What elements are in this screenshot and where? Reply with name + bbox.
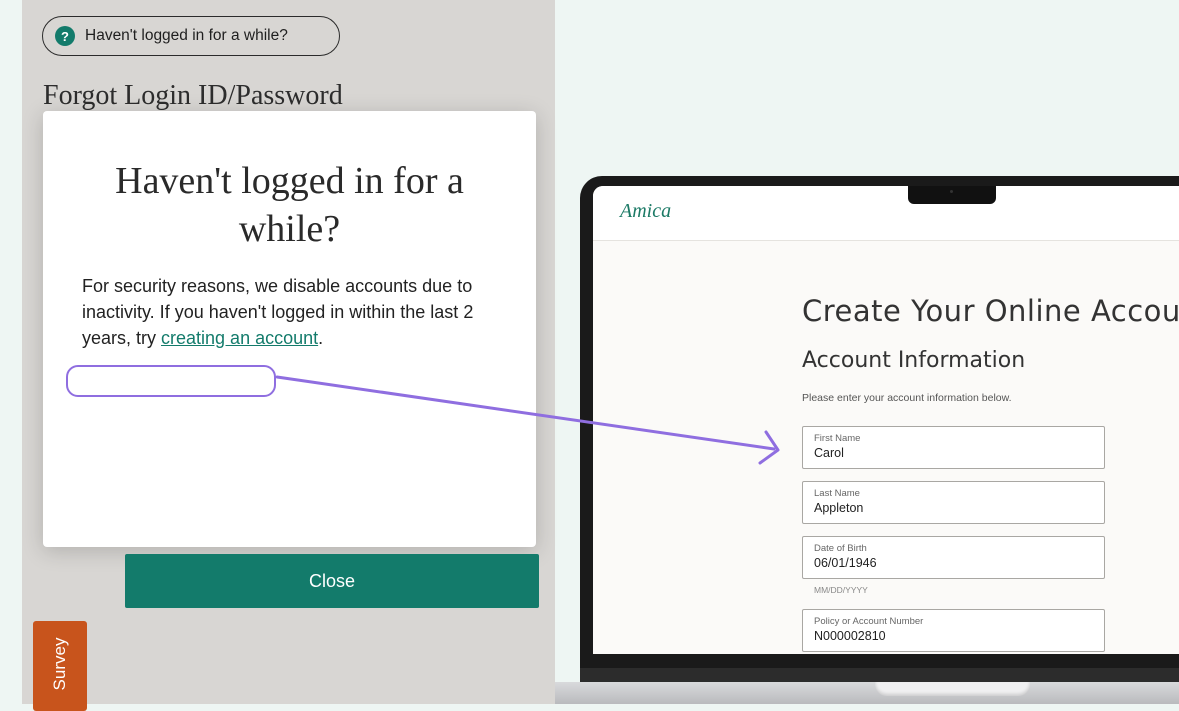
date-of-birth-label: Date of Birth (814, 543, 867, 554)
last-name-field[interactable]: Last Name Appleton (802, 481, 1105, 524)
modal-body: For security reasons, we disable account… (82, 273, 502, 351)
havent-logged-in-pill[interactable]: ? Haven't logged in for a while? (42, 16, 340, 56)
first-name-field[interactable]: First Name Carol (802, 426, 1105, 469)
laptop-screen: Amica Create Your Online Accou Account I… (593, 186, 1179, 654)
close-button[interactable]: Close (125, 554, 539, 608)
camera-notch (908, 186, 996, 204)
date-format-hint: MM/DD/YYYY (814, 585, 868, 595)
last-name-label: Last Name (814, 488, 860, 499)
creating-account-link[interactable]: creating an account (161, 328, 318, 348)
amica-logo[interactable]: Amica (620, 200, 671, 223)
question-circle-icon: ? (55, 26, 75, 46)
camera-dot-icon (950, 190, 953, 193)
laptop-base (555, 682, 1179, 704)
modal-title-line2: while? (238, 208, 341, 250)
forgot-login-link[interactable]: Forgot Login ID/Password (43, 80, 343, 112)
modal-title: Haven't logged in for a while? (43, 157, 536, 253)
policy-number-label: Policy or Account Number (814, 616, 924, 627)
date-of-birth-field[interactable]: Date of Birth 06/01/1946 (802, 536, 1105, 579)
survey-tab-label: Survey (50, 637, 69, 691)
modal-title-line1: Haven't logged in for a (115, 160, 464, 202)
policy-number-field[interactable]: Policy or Account Number N000002810 (802, 609, 1105, 652)
help-pill-label: Haven't logged in for a while? (85, 27, 288, 44)
modal-body-end: . (318, 328, 324, 348)
screen-header: Amica (593, 186, 1179, 241)
policy-number-value: N000002810 (814, 629, 886, 643)
first-name-value: Carol (814, 446, 844, 460)
last-name-value: Appleton (814, 501, 864, 515)
link-highlight-ring (66, 365, 276, 397)
survey-tab[interactable]: Survey (33, 621, 87, 711)
create-account-heading: Create Your Online Accou (802, 294, 1179, 328)
inactivity-modal: Haven't logged in for a while? For secur… (43, 111, 539, 608)
account-info-intro: Please enter your account information be… (802, 392, 1012, 404)
date-of-birth-value: 06/01/1946 (814, 556, 877, 570)
account-information-heading: Account Information (802, 348, 1026, 373)
laptop-base-notch (875, 682, 1030, 696)
first-name-label: First Name (814, 433, 861, 444)
